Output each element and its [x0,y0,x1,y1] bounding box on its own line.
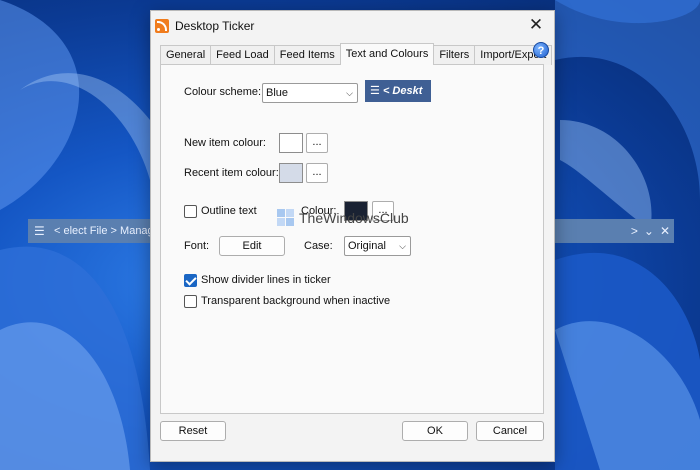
hamburger-icon[interactable]: ☰ [34,224,52,238]
ticker-text[interactable]: < elect File > Manag [54,225,154,237]
chevron-right-icon[interactable]: > [631,224,638,238]
colour-scheme-preview: ☰ < Deskt [365,80,431,102]
rss-feed-icon [155,19,169,33]
outline-text-checkbox[interactable] [184,205,197,218]
chevron-down-icon[interactable]: ⌄ [644,224,654,238]
tab-feed-items[interactable]: Feed Items [273,45,341,65]
tab-general[interactable]: General [160,45,212,65]
font-label: Font: [184,240,210,252]
close-button[interactable]: ✕ [526,15,546,35]
tab-feed-load[interactable]: Feed Load [210,45,275,65]
colour-scheme-select[interactable]: Blue ⌵ [262,83,358,103]
transparent-background-checkbox[interactable] [184,295,197,308]
font-edit-button[interactable]: Edit [219,236,285,256]
close-icon[interactable]: ✕ [660,224,670,238]
chevron-down-icon: ⌵ [399,241,406,251]
text-and-colours-panel: Colour scheme: Blue ⌵ ☰ < Deskt New item… [160,64,544,414]
watermark-text: TheWindowsClub [299,210,409,226]
colour-scheme-label: Colour scheme: [184,86,262,98]
outline-text-label: Outline text [201,205,257,217]
tab-text-and-colours[interactable]: Text and Colours [339,43,435,65]
preview-text: < Deskt [382,85,423,97]
ok-button[interactable]: OK [402,421,468,441]
case-select[interactable]: Original ⌵ [344,236,411,256]
reset-button[interactable]: Reset [160,421,226,441]
dialog-title: Desktop Ticker [175,19,255,33]
tab-filters[interactable]: Filters [433,45,476,65]
hamburger-icon: ☰ [370,85,380,97]
recent-item-colour-label: Recent item colour: [184,167,279,179]
help-icon[interactable]: ? [533,42,549,58]
watermark: TheWindowsClub [277,209,409,227]
new-item-colour-swatch[interactable] [279,133,303,153]
chevron-down-icon: ⌵ [346,88,353,98]
windows-logo-icon [277,209,295,227]
title-bar: Desktop Ticker ✕ [151,11,554,41]
new-item-colour-label: New item colour: [184,137,266,149]
show-divider-lines-checkbox[interactable] [184,274,197,287]
desktop-ticker-settings-dialog: Desktop Ticker ✕ General Feed Load Feed … [150,10,555,462]
cancel-button[interactable]: Cancel [476,421,544,441]
recent-item-colour-button[interactable]: ... [306,163,328,183]
show-divider-lines-label: Show divider lines in ticker [201,274,331,286]
recent-item-colour-swatch[interactable] [279,163,303,183]
tab-strip: General Feed Load Feed Items Text and Co… [160,43,553,65]
case-label: Case: [304,240,333,252]
colour-scheme-value: Blue [266,87,289,99]
ticker-controls: > ⌄ ✕ [631,224,670,238]
transparent-background-label: Transparent background when inactive [201,295,391,307]
new-item-colour-button[interactable]: ... [306,133,328,153]
case-value: Original [348,240,386,252]
